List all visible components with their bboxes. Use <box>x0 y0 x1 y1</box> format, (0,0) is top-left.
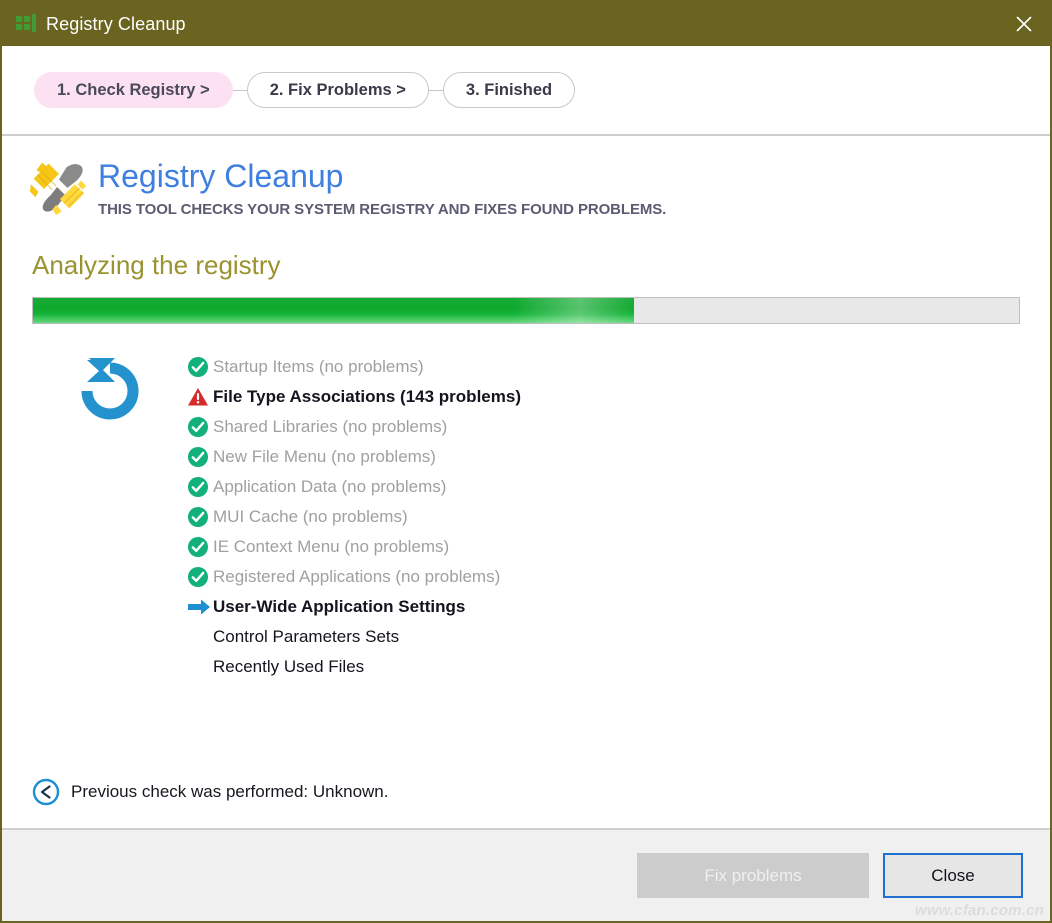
scan-item-row: User-Wide Application Settings <box>187 592 1020 622</box>
scan-item-row: New File Menu (no problems) <box>187 442 1020 472</box>
scan-item-row: Application Data (no problems) <box>187 472 1020 502</box>
scan-item-list: Startup Items (no problems) File Type Ass… <box>187 350 1020 682</box>
no-icon-placeholder <box>187 625 213 649</box>
step-connector-2 <box>428 89 443 91</box>
close-button-label: Close <box>931 865 975 885</box>
warning-triangle-icon <box>188 387 208 406</box>
no-icon-placeholder <box>187 655 213 679</box>
step-fix-problems-label: 2. Fix Problems > <box>269 80 406 99</box>
registry-cleanup-window: Registry Cleanup 1. Check Registry > 2. … <box>0 0 1052 923</box>
warning-triangle-icon-wrap <box>187 385 213 409</box>
scan-item-row: File Type Associations (143 problems) <box>187 382 1020 412</box>
check-circle-icon-wrap <box>187 505 213 529</box>
step-connector-1 <box>232 89 247 91</box>
watermark: www.cfan.com.cn <box>914 902 1044 919</box>
previous-check-text: Previous check was performed: Unknown. <box>71 782 389 801</box>
dialog-footer: Fix problems Close www.cfan.com.cn <box>2 828 1050 921</box>
check-circle-icon-wrap <box>187 445 213 469</box>
brand-header: Registry Cleanup THIS TOOL CHECKS YOUR S… <box>29 136 1020 218</box>
wizard-steps: 1. Check Registry > 2. Fix Problems > 3.… <box>34 72 576 108</box>
check-circle-icon <box>188 476 208 497</box>
step-fix-problems[interactable]: 2. Fix Problems > <box>246 72 429 108</box>
main-content: Registry Cleanup THIS TOOL CHECKS YOUR S… <box>2 136 1050 828</box>
scan-item-row: MUI Cache (no problems) <box>187 502 1020 532</box>
step-finished[interactable]: 3. Finished <box>442 72 576 108</box>
check-circle-icon-wrap <box>187 355 213 379</box>
step-check-registry[interactable]: 1. Check Registry > <box>34 72 233 108</box>
refresh-circle-icon <box>81 357 138 420</box>
scan-item-label: Startup Items (no problems) <box>213 356 424 376</box>
check-circle-icon <box>188 536 208 557</box>
arrow-right-icon <box>188 599 210 615</box>
page-title: Registry Cleanup <box>98 158 344 194</box>
check-circle-icon <box>188 446 208 467</box>
step-finished-label: 3. Finished <box>465 80 553 99</box>
clock-back-icon <box>32 778 60 806</box>
window-title: Registry Cleanup <box>46 13 186 34</box>
scan-progress-bar <box>32 296 1020 324</box>
scan-item-label: Shared Libraries (no problems) <box>213 416 448 436</box>
scan-item-label: Control Parameters Sets <box>213 626 400 646</box>
check-circle-icon <box>188 506 208 527</box>
page-subtitle: THIS TOOL CHECKS YOUR SYSTEM REGISTRY AN… <box>98 200 667 218</box>
check-circle-icon-wrap <box>187 415 213 439</box>
scan-item-label: New File Menu (no problems) <box>213 446 436 466</box>
scan-item-label: MUI Cache (no problems) <box>213 506 408 526</box>
fix-problems-label: Fix problems <box>704 865 802 885</box>
scan-item-row: Recently Used Files <box>187 652 1020 682</box>
arrow-right-icon-wrap <box>187 595 213 619</box>
step-check-registry-label: 1. Check Registry > <box>57 80 210 99</box>
brush-cleanup-icon <box>29 162 87 216</box>
scan-item-row: Registered Applications (no problems) <box>187 562 1020 592</box>
fix-problems-button[interactable]: Fix problems <box>637 853 869 898</box>
scan-item-label: Application Data (no problems) <box>213 476 447 496</box>
scan-item-row: Startup Items (no problems) <box>187 352 1020 382</box>
check-circle-icon <box>188 416 208 437</box>
scan-item-label: User-Wide Application Settings <box>213 596 466 616</box>
check-circle-icon <box>188 356 208 377</box>
scan-item-label: File Type Associations (143 problems) <box>213 386 521 406</box>
close-icon <box>1016 16 1032 32</box>
scan-progress-fill <box>33 297 635 323</box>
scan-item-label: Registered Applications (no problems) <box>213 566 501 586</box>
grid-squares-icon <box>16 14 36 32</box>
close-button[interactable]: Close <box>883 853 1023 898</box>
scan-results-area: Startup Items (no problems) File Type Ass… <box>32 350 1020 682</box>
previous-check-note: Previous check was performed: Unknown. <box>32 778 388 806</box>
close-window-button[interactable] <box>998 2 1050 46</box>
scan-item-row: IE Context Menu (no problems) <box>187 532 1020 562</box>
check-circle-icon <box>188 566 208 587</box>
scan-item-label: Recently Used Files <box>213 656 365 676</box>
title-bar: Registry Cleanup <box>2 2 1050 46</box>
check-circle-icon-wrap <box>187 535 213 559</box>
scan-spinner-column <box>32 350 187 682</box>
check-circle-icon-wrap <box>187 475 213 499</box>
scan-item-row: Shared Libraries (no problems) <box>187 412 1020 442</box>
check-circle-icon-wrap <box>187 565 213 589</box>
scan-item-row: Control Parameters Sets <box>187 622 1020 652</box>
wizard-steps-bar: 1. Check Registry > 2. Fix Problems > 3.… <box>2 46 1050 136</box>
scan-item-label: IE Context Menu (no problems) <box>213 536 450 556</box>
scan-heading: Analyzing the registry <box>32 249 281 280</box>
